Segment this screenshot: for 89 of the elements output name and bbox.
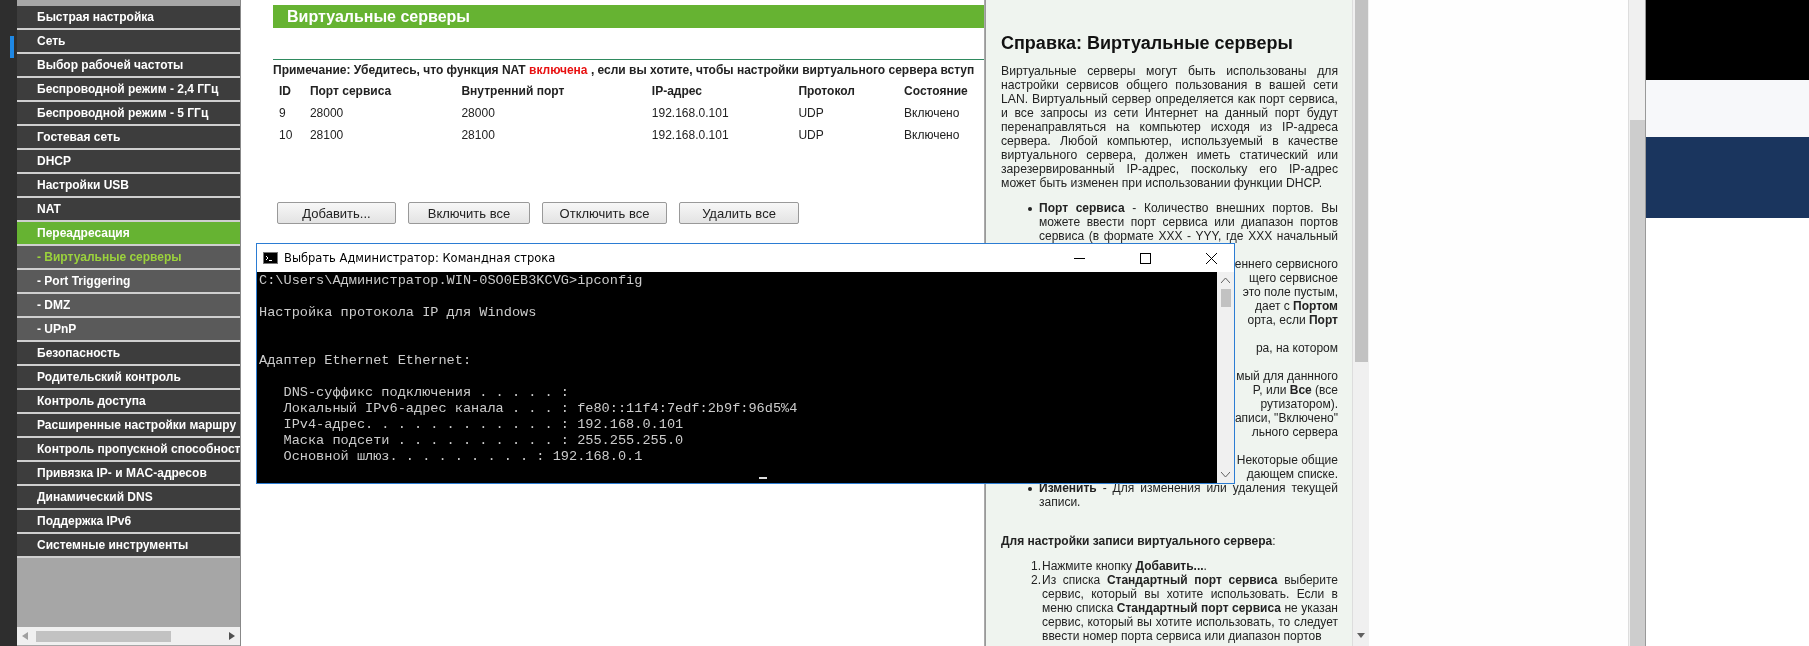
arrow-down-icon[interactable]	[1357, 633, 1365, 638]
help-heading: Для настройки записи виртуального сервера:	[1001, 534, 1277, 548]
sidebar-item[interactable]: Сеть	[17, 30, 240, 54]
help-text-fragment: аписи, "Включено"	[1234, 411, 1338, 425]
sidebar-item[interactable]: Контроль пропускной способност	[17, 438, 240, 462]
table-cell-text: 9	[278, 105, 287, 122]
sidebar-item[interactable]: Контроль доступа	[17, 390, 240, 414]
sidebar-item[interactable]: Поддержка IPv6	[17, 510, 240, 534]
help-text-fragment: дает с Портом	[1254, 299, 1338, 313]
action-button[interactable]: Удалить все	[679, 202, 799, 224]
table-cell-text: 192.168.0.101	[650, 127, 730, 144]
list-number: 2.	[1030, 573, 1042, 587]
sidebar-item[interactable]: Быстрая настройка	[17, 6, 240, 30]
help-text-fragment: это поле пустым,	[1242, 285, 1338, 299]
page-title: Виртуальные серверы	[273, 5, 984, 28]
help-text-fragment: щего сервисное	[1249, 271, 1338, 285]
action-button[interactable]: Добавить...	[277, 202, 396, 224]
sidebar-item[interactable]: Безопасность	[17, 342, 240, 366]
action-button[interactable]: Отключить все	[542, 202, 667, 224]
arrow-right-icon[interactable]	[229, 632, 235, 640]
sidebar-item[interactable]: Расширенные настройки маршру	[17, 414, 240, 438]
sidebar-item[interactable]: Родительский контроль	[17, 366, 240, 390]
help-text: Порт сервиса - Количество внешних портов. Вы можете ввести порт сервиса или диапазон портов сервиса (в формате XXX - YYY, где XXX начальный	[1039, 201, 1338, 243]
arrow-left-icon[interactable]	[22, 632, 28, 640]
scrollbar-thumb[interactable]	[1220, 289, 1231, 307]
window-title: Выбрать Администратор: Командная строка	[284, 251, 556, 265]
scrollbar[interactable]	[1628, 0, 1645, 646]
scrollbar-thumb[interactable]	[36, 630, 171, 642]
arrow-down-icon[interactable]	[1221, 472, 1230, 477]
table-cell-text: 28000	[308, 105, 345, 122]
table-cell-text: 192.168.0.101	[650, 105, 730, 122]
help-title: Справка: Виртуальные серверы	[1001, 32, 1294, 54]
table-cell-text: UDP	[797, 127, 825, 144]
column-header: Состояние	[903, 83, 969, 100]
sidebar-item[interactable]: DHCP	[17, 150, 240, 174]
table-cell-text: 28000	[460, 105, 496, 122]
column-header: Порт сервиса	[308, 83, 393, 100]
table-cell-text: 28100	[308, 127, 345, 144]
bullet-icon	[1028, 207, 1032, 211]
scrollbar-thumb[interactable]	[1629, 120, 1645, 646]
sidebar-item[interactable]: Системные инструменты	[17, 534, 240, 558]
sidebar-item[interactable]: Динамический DNS	[17, 486, 240, 510]
column-header: ID	[278, 83, 292, 100]
help-paragraph: Виртуальные серверы могут быть использованы для настройки сервисов общего пользования в вашей сети LAN. Виртуальный сервер определяется как порт сервиса, и все запросы из сети Интернет на данный порт будут перенаправляться на компьютер исходя из IP-адреса сервера. Любой компьютер, используемый в качестве виртуального сервера, должен иметь статический или зарезервированный IP-адрес, поскольку его IP-адрес может быть изменен при использовании функции DHCP.	[1001, 64, 1338, 190]
table-cell-text: 28100	[460, 127, 496, 144]
maximize-icon	[1139, 252, 1151, 264]
sidebar-item[interactable]: Привязка IP- и MAC-адресов	[17, 462, 240, 486]
scrollbar[interactable]	[1217, 272, 1234, 483]
arrow-up-icon[interactable]	[1221, 278, 1230, 283]
scrollbar[interactable]	[17, 627, 240, 645]
sidebar-item[interactable]: - Port Triggering	[17, 270, 240, 294]
help-text-fragment: P, или Все (все	[1252, 383, 1338, 397]
table-cell-text: Включено	[903, 127, 961, 144]
sidebar-item[interactable]: - DMZ	[17, 294, 240, 318]
scrollbar[interactable]	[1352, 0, 1369, 646]
table-cell-text: UDP	[797, 105, 825, 122]
note-text: Примечание: Убедитесь, что функция NAT включена , если вы хотите, чтобы настройки виртуального сервера вступ	[273, 63, 976, 77]
list-number: 1.	[1030, 559, 1042, 573]
help-text: Из списка Стандартный порт сервиса выберите сервис, который вы хотите использовать. Если в меню списка Стандартный порт сервиса не указан сервис, который вы хотите использовать, то следует ввести номер порта сервиса или диапазон портов	[1042, 573, 1338, 643]
help-text-fragment: ра, на котором	[1255, 341, 1338, 355]
table-cell-text: Включено	[903, 105, 961, 122]
sidebar-item[interactable]: Настройки USB	[17, 174, 240, 198]
help-text-fragment: рутизатором).	[1260, 397, 1338, 411]
sidebar-item[interactable]: Беспроводной режим - 5 ГГц	[17, 102, 240, 126]
column-header: IP-адрес	[650, 83, 703, 100]
column-header: Протокол	[797, 83, 856, 100]
scrollbar-thumb[interactable]	[1354, 0, 1368, 362]
text-cursor	[759, 477, 767, 479]
close-icon	[1205, 252, 1217, 264]
help-text: Нажмите кнопку Добавить....	[1042, 559, 1208, 573]
terminal-icon	[263, 252, 278, 264]
sidebar-item[interactable]: Гостевая сеть	[17, 126, 240, 150]
sidebar-item[interactable]: Выбор рабочей частоты	[17, 54, 240, 78]
console-output: C:\Users\Администратор.WIN-0SO0EB3KCVG>ipconfig Настройка протокола IP для Windows Адаптер Ethernet Ethernet: DNS-суффикс подключения . . . . . : Локальный IPv6-адрес канала . . . : fe80::11f4:7edf:2b9f:96d5%4 IPv4-адрес. . . . . . . . . . . . : 192.168.0.101 Маска подсети . . . . . . . . . . : 255.255.255.0 Основной шлюз. . . . . . . . . : 192.168.0.1	[258, 272, 799, 465]
table-cell-text: 10	[278, 127, 294, 144]
help-text-fragment: Некоторые общие	[1236, 453, 1338, 467]
help-text-fragment: орта, если Порт	[1247, 313, 1338, 327]
action-button[interactable]: Включить все	[408, 202, 530, 224]
help-text-fragment: дающем списке.	[1246, 467, 1338, 481]
sidebar-item[interactable]: - UPnP	[17, 318, 240, 342]
column-header: Внутренний порт	[460, 83, 566, 100]
sidebar-item[interactable]: - Виртуальные серверы	[17, 246, 240, 270]
sidebar-item[interactable]: NAT	[17, 198, 240, 222]
accent-marker	[10, 36, 14, 58]
sidebar-item[interactable]: Беспроводной режим - 2,4 ГГц	[17, 78, 240, 102]
help-text-fragment: мый для даннного	[1236, 369, 1338, 383]
help-text-fragment: льного сервера	[1251, 425, 1338, 439]
bullet-icon	[1028, 487, 1032, 491]
help-text-fragment: еннего сервисного	[1234, 257, 1338, 271]
